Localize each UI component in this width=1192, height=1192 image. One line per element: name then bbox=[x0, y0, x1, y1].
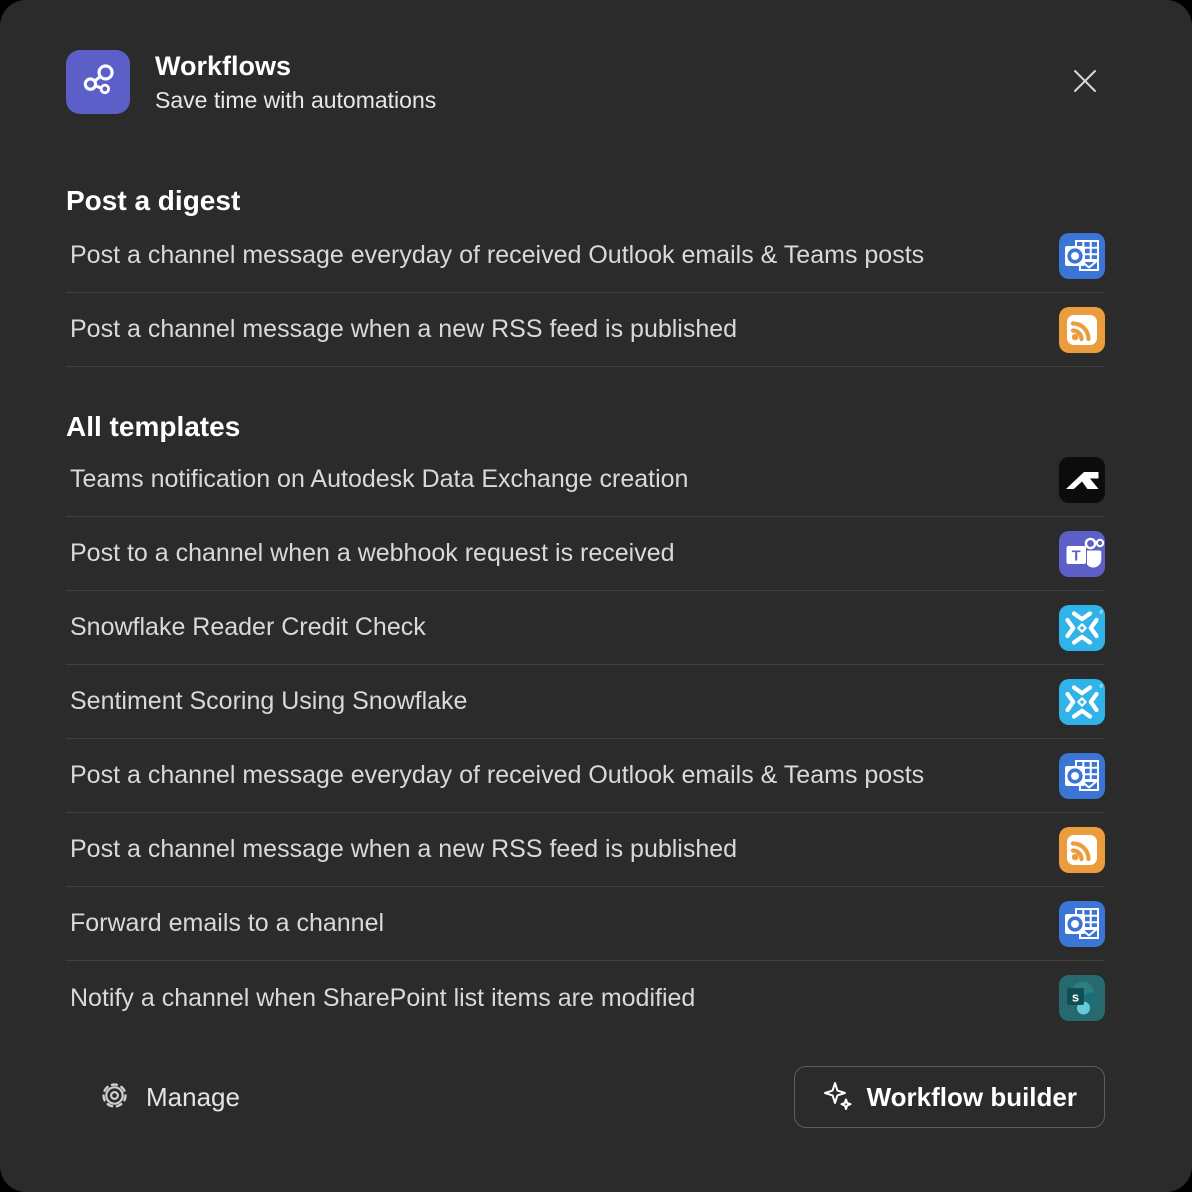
workflow-template-item[interactable]: Post a channel message everyday of recei… bbox=[66, 739, 1105, 813]
workflow-template-label: Notify a channel when SharePoint list it… bbox=[66, 984, 695, 1013]
outlook-icon bbox=[1059, 233, 1105, 279]
workflow-template-label: Post a channel message when a new RSS fe… bbox=[66, 835, 737, 864]
workflow-template-label: Post a channel message everyday of recei… bbox=[66, 241, 924, 270]
snowflake-icon: ® bbox=[1059, 605, 1105, 651]
workflow-template-item[interactable]: Sentiment Scoring Using Snowflake ® bbox=[66, 665, 1105, 739]
header-text: Workflows Save time with automations bbox=[155, 50, 436, 115]
workflow-template-item[interactable]: Post a channel message when a new RSS fe… bbox=[66, 293, 1105, 367]
outlook-icon bbox=[1059, 901, 1105, 947]
teams-icon: T bbox=[1059, 531, 1105, 577]
workflow-builder-label: Workflow builder bbox=[867, 1082, 1077, 1113]
workflow-template-item[interactable]: Forward emails to a channel bbox=[66, 887, 1105, 961]
workflow-template-label: Sentiment Scoring Using Snowflake bbox=[66, 687, 467, 716]
template-section: All templates Teams notification on Autod… bbox=[66, 411, 1105, 1035]
svg-text:®: ® bbox=[1100, 683, 1104, 690]
section-heading: Post a digest bbox=[66, 185, 1105, 217]
workflows-app-tile bbox=[66, 50, 130, 114]
workflow-template-label: Snowflake Reader Credit Check bbox=[66, 613, 426, 642]
autodesk-icon bbox=[1059, 457, 1105, 503]
rss-icon bbox=[1059, 307, 1105, 353]
template-sections: Post a digest Post a channel message ever… bbox=[66, 185, 1105, 1035]
workflow-template-label: Post a channel message when a new RSS fe… bbox=[66, 315, 737, 344]
manage-button[interactable]: Manage bbox=[98, 1079, 240, 1115]
flyout-subtitle: Save time with automations bbox=[155, 85, 436, 115]
sharepoint-icon: s bbox=[1059, 975, 1105, 1021]
svg-text:T: T bbox=[1072, 548, 1081, 564]
workflow-icon bbox=[76, 58, 120, 107]
workflow-template-label: Forward emails to a channel bbox=[66, 909, 384, 938]
workflow-template-item[interactable]: Notify a channel when SharePoint list it… bbox=[66, 961, 1105, 1035]
manage-label: Manage bbox=[146, 1082, 240, 1113]
flyout-footer: Manage Workflow builder bbox=[66, 1066, 1105, 1128]
workflow-template-label: Post a channel message everyday of recei… bbox=[66, 761, 924, 790]
flyout-title: Workflows bbox=[155, 50, 436, 82]
close-icon bbox=[1070, 66, 1100, 99]
template-section: Post a digest Post a channel message ever… bbox=[66, 185, 1105, 367]
workflow-template-item[interactable]: Snowflake Reader Credit Check ® bbox=[66, 591, 1105, 665]
close-button[interactable] bbox=[1070, 67, 1100, 97]
workflows-flyout: Workflows Save time with automations Pos… bbox=[0, 0, 1192, 1192]
outlook-icon bbox=[1059, 753, 1105, 799]
sparkle-icon bbox=[822, 1080, 853, 1114]
snowflake-icon: ® bbox=[1059, 679, 1105, 725]
workflow-template-label: Teams notification on Autodesk Data Exch… bbox=[66, 465, 688, 494]
workflow-builder-button[interactable]: Workflow builder bbox=[794, 1066, 1105, 1128]
workflow-template-label: Post to a channel when a webhook request… bbox=[66, 539, 675, 568]
workflow-template-item[interactable]: Post a channel message everyday of recei… bbox=[66, 219, 1105, 293]
svg-text:®: ® bbox=[1100, 609, 1104, 616]
rss-icon bbox=[1059, 827, 1105, 873]
svg-text:s: s bbox=[1072, 990, 1079, 1005]
section-heading: All templates bbox=[66, 411, 1105, 443]
gear-icon bbox=[98, 1079, 131, 1115]
workflow-template-item[interactable]: Teams notification on Autodesk Data Exch… bbox=[66, 443, 1105, 517]
flyout-header: Workflows Save time with automations bbox=[66, 50, 1105, 114]
workflow-template-item[interactable]: Post a channel message when a new RSS fe… bbox=[66, 813, 1105, 887]
workflow-template-item[interactable]: Post to a channel when a webhook request… bbox=[66, 517, 1105, 591]
